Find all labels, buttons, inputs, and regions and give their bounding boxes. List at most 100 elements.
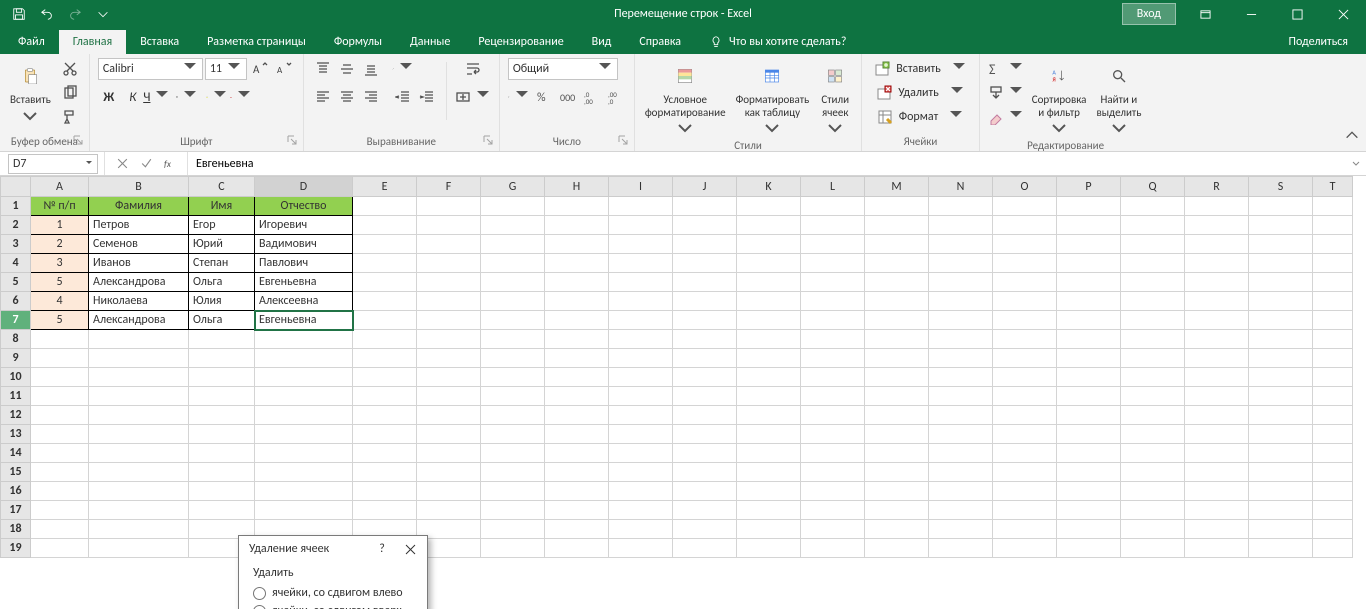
cell[interactable] <box>1249 501 1313 520</box>
cell[interactable]: 1 <box>31 216 89 235</box>
row-header[interactable]: 11 <box>1 387 31 406</box>
cell[interactable] <box>1121 254 1185 273</box>
cell[interactable] <box>1313 444 1353 463</box>
cell[interactable] <box>1185 501 1249 520</box>
cell[interactable] <box>1249 520 1313 539</box>
cell[interactable] <box>1057 330 1121 349</box>
cut-button[interactable] <box>59 58 81 80</box>
cell[interactable] <box>737 311 801 330</box>
underline-button[interactable]: Ч <box>146 86 168 108</box>
cell[interactable] <box>993 311 1057 330</box>
cell[interactable] <box>353 349 417 368</box>
cell[interactable] <box>1121 444 1185 463</box>
cell[interactable] <box>673 501 737 520</box>
cell[interactable]: 5 <box>31 311 89 330</box>
dialog-option[interactable]: ячейки, со сдвигом влево <box>253 584 413 602</box>
cell[interactable] <box>737 349 801 368</box>
column-header[interactable]: F <box>417 177 481 197</box>
cell[interactable] <box>1249 330 1313 349</box>
cell[interactable] <box>353 406 417 425</box>
column-header[interactable]: L <box>801 177 865 197</box>
cell[interactable] <box>1121 463 1185 482</box>
cell[interactable] <box>1249 292 1313 311</box>
row-header[interactable]: 7 <box>1 311 31 330</box>
paste-button[interactable]: Вставить <box>8 58 53 125</box>
cell[interactable] <box>545 463 609 482</box>
cell[interactable] <box>353 387 417 406</box>
fill-button[interactable] <box>988 82 1024 104</box>
cell[interactable] <box>993 520 1057 539</box>
cell[interactable] <box>609 349 673 368</box>
cell[interactable] <box>1121 501 1185 520</box>
cell[interactable] <box>481 273 545 292</box>
cell[interactable] <box>1185 292 1249 311</box>
cell[interactable] <box>1313 235 1353 254</box>
cell[interactable] <box>189 501 255 520</box>
cell[interactable] <box>1313 273 1353 292</box>
cell[interactable] <box>801 292 865 311</box>
cell[interactable] <box>89 501 189 520</box>
cell[interactable] <box>1185 387 1249 406</box>
cell[interactable] <box>801 254 865 273</box>
cell[interactable] <box>417 444 481 463</box>
cell[interactable] <box>993 501 1057 520</box>
cell[interactable] <box>801 368 865 387</box>
cell[interactable] <box>929 254 993 273</box>
cell[interactable] <box>189 425 255 444</box>
cell[interactable]: Семенов <box>89 235 189 254</box>
cell[interactable] <box>1185 539 1249 558</box>
cell[interactable]: Евгеньевна <box>255 273 353 292</box>
tab-insert[interactable]: Вставка <box>126 30 193 54</box>
cell[interactable] <box>417 501 481 520</box>
bold-button[interactable]: Ж <box>98 86 120 108</box>
cell[interactable] <box>481 539 545 558</box>
row-header[interactable]: 3 <box>1 235 31 254</box>
cell[interactable] <box>929 463 993 482</box>
column-header[interactable]: N <box>929 177 993 197</box>
cell[interactable] <box>673 349 737 368</box>
cell[interactable] <box>1249 463 1313 482</box>
cell[interactable] <box>481 292 545 311</box>
cell[interactable] <box>1185 482 1249 501</box>
cell[interactable] <box>1121 520 1185 539</box>
increase-indent-button[interactable] <box>416 86 438 108</box>
autosum-button[interactable]: Σ <box>988 58 1024 80</box>
name-box[interactable]: D7 <box>8 154 98 174</box>
cell[interactable] <box>993 482 1057 501</box>
align-center-button[interactable] <box>336 86 358 108</box>
cell[interactable] <box>1185 406 1249 425</box>
cell[interactable] <box>737 330 801 349</box>
cell[interactable] <box>993 330 1057 349</box>
fill-color-button[interactable] <box>206 86 228 108</box>
cell[interactable] <box>673 463 737 482</box>
cell[interactable] <box>89 425 189 444</box>
cell[interactable] <box>673 311 737 330</box>
cell[interactable] <box>865 235 929 254</box>
cell[interactable] <box>673 197 737 216</box>
cell[interactable] <box>1185 216 1249 235</box>
cell[interactable]: Ольга <box>189 311 255 330</box>
cell[interactable] <box>255 463 353 482</box>
cell[interactable] <box>993 254 1057 273</box>
column-header[interactable]: P <box>1057 177 1121 197</box>
cell[interactable] <box>189 387 255 406</box>
cell[interactable] <box>417 216 481 235</box>
cell[interactable] <box>545 387 609 406</box>
cell[interactable] <box>89 387 189 406</box>
cell[interactable] <box>1057 311 1121 330</box>
tab-review[interactable]: Рецензирование <box>464 30 577 54</box>
cell[interactable] <box>993 216 1057 235</box>
cell[interactable] <box>481 368 545 387</box>
comma-format-button[interactable]: 000 <box>556 86 578 108</box>
cell[interactable] <box>865 292 929 311</box>
cell[interactable] <box>865 444 929 463</box>
cell[interactable] <box>1313 539 1353 558</box>
maximize-button[interactable] <box>1274 0 1320 28</box>
cell[interactable] <box>865 482 929 501</box>
cell[interactable] <box>89 539 189 558</box>
cell[interactable] <box>31 444 89 463</box>
redo-button[interactable] <box>62 1 88 27</box>
cell[interactable] <box>1057 482 1121 501</box>
cell[interactable] <box>255 387 353 406</box>
cell[interactable] <box>353 311 417 330</box>
